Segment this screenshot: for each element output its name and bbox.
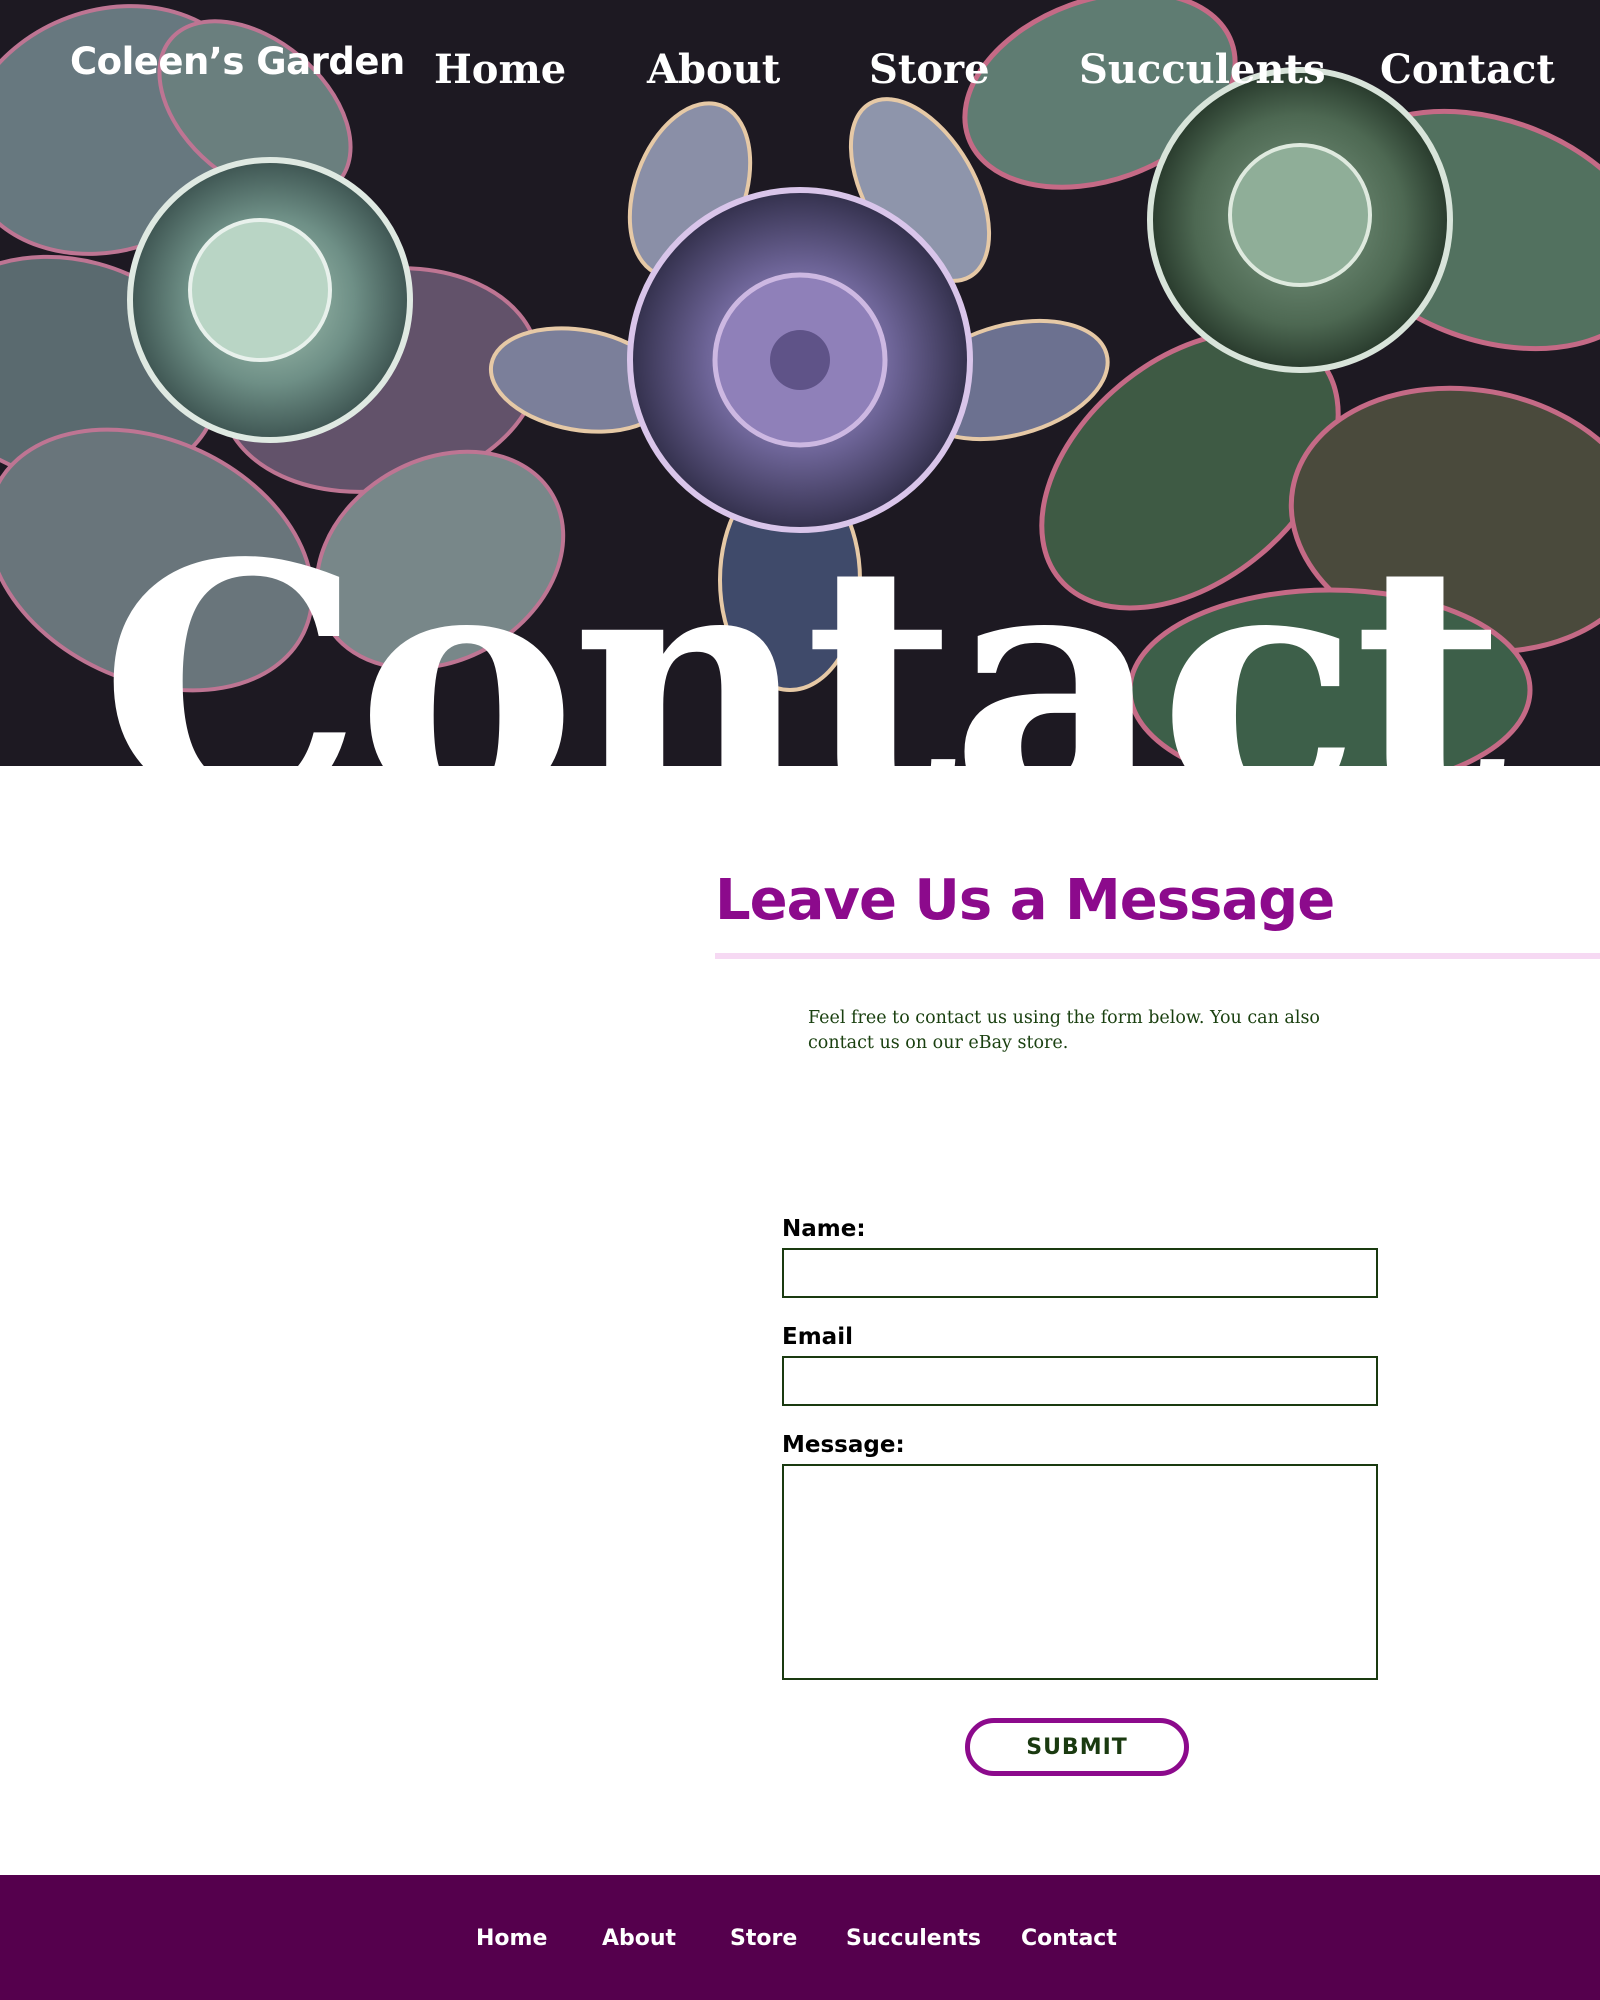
name-label: Name: bbox=[782, 1216, 866, 1242]
name-input[interactable] bbox=[782, 1248, 1378, 1298]
email-input[interactable] bbox=[782, 1356, 1378, 1406]
nav-about[interactable]: About bbox=[647, 46, 780, 93]
footer-nav-store[interactable]: Store bbox=[730, 1926, 797, 1951]
nav-succulents[interactable]: Succulents bbox=[1079, 46, 1325, 93]
nav-store[interactable]: Store bbox=[869, 46, 990, 93]
footer bbox=[0, 1875, 1600, 2000]
hero-title: Contact bbox=[99, 491, 1506, 766]
site-logo[interactable]: Coleen’s Garden bbox=[70, 40, 405, 83]
heading-divider bbox=[715, 953, 1600, 959]
footer-nav-contact[interactable]: Contact bbox=[1021, 1926, 1117, 1951]
section-heading: Leave Us a Message bbox=[715, 868, 1335, 933]
hero-banner: Coleen’s Garden Home About Store Succule… bbox=[0, 0, 1600, 766]
footer-nav-about[interactable]: About bbox=[602, 1926, 676, 1951]
nav-home[interactable]: Home bbox=[434, 46, 566, 93]
footer-nav-succulents[interactable]: Succulents bbox=[846, 1926, 981, 1951]
message-textarea[interactable] bbox=[782, 1464, 1378, 1680]
submit-button[interactable]: SUBMIT bbox=[965, 1718, 1189, 1776]
email-label: Email bbox=[782, 1324, 853, 1350]
nav-contact[interactable]: Contact bbox=[1380, 46, 1555, 93]
intro-text: Feel free to contact us using the form b… bbox=[808, 1008, 1320, 1053]
footer-nav-home[interactable]: Home bbox=[476, 1926, 547, 1951]
message-label: Message: bbox=[782, 1432, 905, 1458]
